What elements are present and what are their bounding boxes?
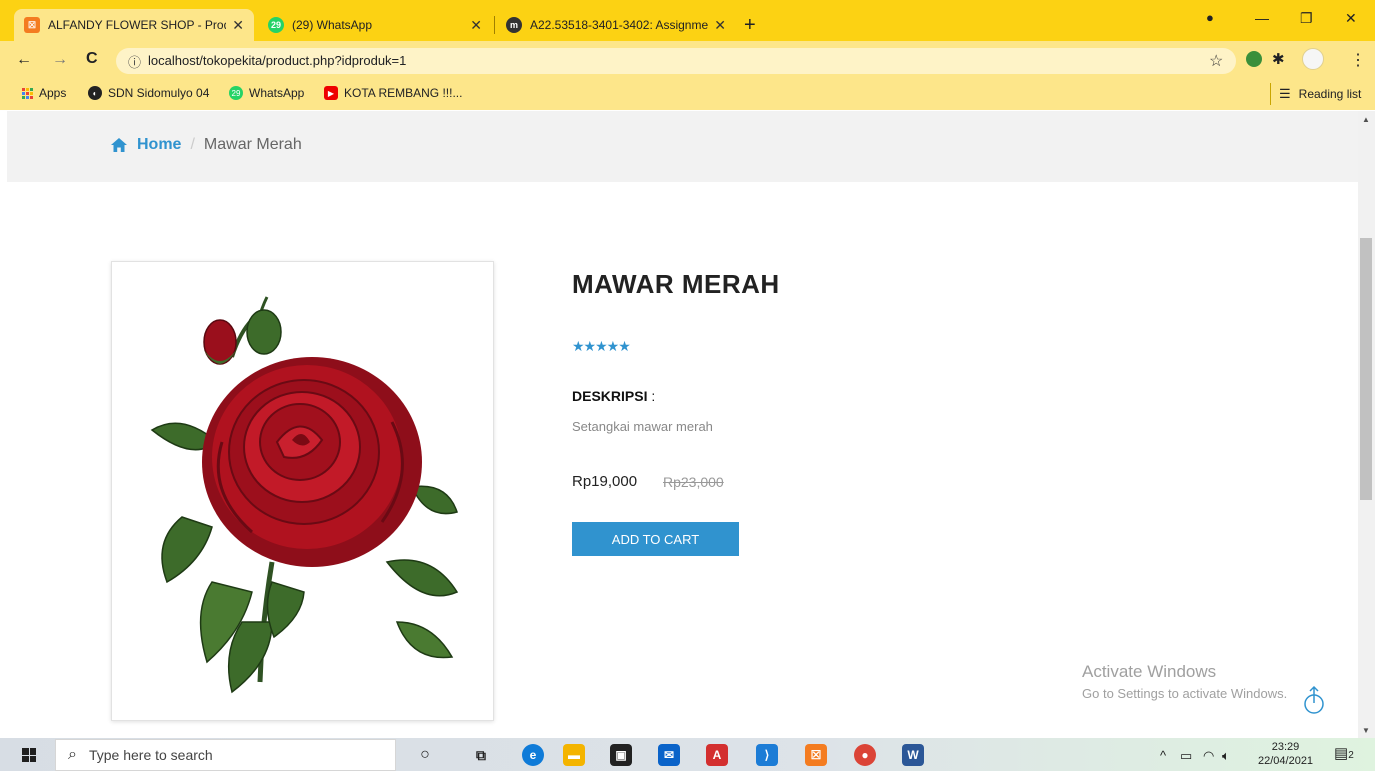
forward-arrow-icon[interactable]: →	[52, 51, 68, 69]
reading-list-icon: ☰	[1279, 86, 1291, 101]
reading-list-button[interactable]: ☰ Reading list	[1270, 83, 1361, 105]
moodle-icon: m	[506, 17, 522, 33]
search-icon: ⌕	[68, 746, 77, 763]
file-explorer-icon[interactable]: ▬	[563, 744, 585, 766]
profile-menu-icon[interactable]: ●	[1206, 10, 1214, 25]
windows-start-icon[interactable]	[22, 748, 36, 762]
close-tab-icon[interactable]: ✕	[232, 17, 244, 34]
product-description: Setangkai mawar merah	[572, 419, 713, 434]
add-to-cart-button[interactable]: ADD TO CART	[572, 522, 739, 556]
xampp-icon: ☒	[24, 17, 40, 33]
globe-icon: ◐	[88, 86, 102, 100]
activate-windows-watermark: Activate Windows Go to Settings to activ…	[1082, 662, 1288, 701]
restore-icon[interactable]: ❐	[1300, 10, 1313, 27]
profile-avatar[interactable]	[1302, 48, 1324, 70]
word-icon[interactable]: W	[902, 744, 924, 766]
close-tab-icon[interactable]: ✕	[470, 17, 482, 34]
taskbar-search-box[interactable]: ⌕ Type here to search	[55, 739, 396, 771]
whatsapp-icon: 29	[268, 17, 284, 33]
product-image-frame	[111, 261, 494, 721]
product-rating-stars-icon: ★★★★★	[572, 338, 631, 354]
bookmark-whatsapp[interactable]: 29 WhatsApp	[229, 86, 304, 100]
close-window-icon[interactable]: ✕	[1345, 10, 1357, 27]
taskbar-clock[interactable]: 23:29 22/04/2021	[1258, 740, 1313, 768]
breadcrumb-bar: Home / Mawar Merah	[7, 111, 1358, 182]
cortana-icon[interactable]: ○	[414, 744, 436, 766]
xampp-icon[interactable]: ☒	[805, 744, 827, 766]
product-price: Rp19,000	[572, 473, 638, 490]
whatsapp-icon: 29	[229, 86, 243, 100]
reload-icon[interactable]: C	[86, 50, 98, 68]
breadcrumb-separator: /	[190, 136, 195, 153]
scroll-up-arrow-icon[interactable]: ▲	[1362, 115, 1370, 124]
close-tab-icon[interactable]: ✕	[714, 17, 726, 34]
breadcrumb-home-link[interactable]: Home	[137, 136, 181, 154]
back-arrow-icon[interactable]: ←	[16, 51, 32, 69]
extensions-puzzle-icon[interactable]: ✱	[1272, 50, 1285, 68]
wifi-icon[interactable]: ◠	[1203, 748, 1214, 764]
web-page: Home / Mawar Merah MAWAR MERAH ★★★★★ DES…	[7, 111, 1358, 738]
task-view-icon[interactable]: ⧉	[470, 744, 492, 766]
scroll-down-arrow-icon[interactable]: ▼	[1362, 726, 1370, 735]
new-tab-plus-icon[interactable]: +	[744, 14, 756, 37]
scroll-to-top-icon[interactable]	[1303, 685, 1325, 715]
bookmark-kota-rembang[interactable]: ▶ KOTA REMBANG !!!...	[324, 86, 462, 100]
info-icon[interactable]: ⓘ	[128, 52, 141, 71]
vscode-icon[interactable]: ⟩	[756, 744, 778, 766]
tab-whatsapp[interactable]: 29 (29) WhatsApp ✕	[258, 9, 492, 41]
description-heading: DESKRIPSI :	[572, 388, 656, 404]
minimize-icon[interactable]: —	[1255, 10, 1269, 26]
chrome-icon[interactable]: ●	[854, 744, 876, 766]
address-bar-url[interactable]: localhost/tokopekita/product.php?idprodu…	[148, 53, 406, 68]
home-icon[interactable]	[111, 138, 127, 152]
red-rose-image	[150, 296, 459, 694]
breadcrumb-current: Mawar Merah	[203, 136, 302, 153]
tab-divider	[494, 16, 495, 34]
bookmark-sdn-sidomulyo[interactable]: ◐ SDN Sidomulyo 04	[88, 86, 209, 100]
scrollbar-thumb[interactable]	[1360, 238, 1372, 500]
apps-grid-icon	[22, 87, 33, 99]
battery-icon[interactable]: ▭	[1180, 748, 1192, 764]
store-icon[interactable]: ▣	[610, 744, 632, 766]
edge-browser-icon[interactable]: e	[522, 744, 544, 766]
extension-globe-icon[interactable]	[1246, 51, 1262, 67]
product-old-price: Rp23,000	[663, 474, 724, 490]
breadcrumb: Home / Mawar Merah	[111, 136, 302, 154]
browser-menu-icon[interactable]: ⋮	[1350, 50, 1366, 70]
product-title: MAWAR MERAH	[572, 269, 780, 299]
bookmark-apps[interactable]: Apps	[22, 86, 66, 100]
tray-chevron-up-icon[interactable]: ^	[1160, 748, 1166, 763]
acrobat-reader-icon[interactable]: A	[706, 744, 728, 766]
bookmark-star-icon[interactable]: ☆	[1209, 51, 1223, 71]
tab-moodle-assignment[interactable]: m A22.53518-3401-3402: Assignme ✕	[496, 9, 736, 41]
mail-icon[interactable]: ✉	[658, 744, 680, 766]
notification-center-icon[interactable]: ▤2	[1334, 744, 1354, 762]
tab-alfandy-flower-shop[interactable]: ☒ ALFANDY FLOWER SHOP - Produ ✕	[14, 9, 254, 41]
volume-icon[interactable]: 🔈︎	[1222, 748, 1230, 764]
youtube-icon: ▶	[324, 86, 338, 100]
